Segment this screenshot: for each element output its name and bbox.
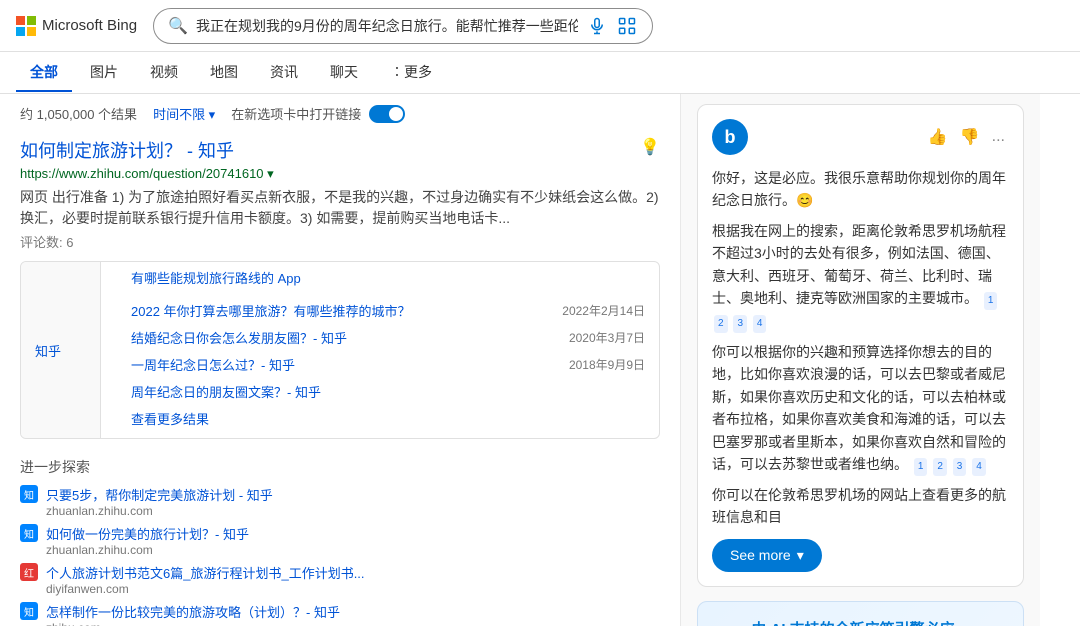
ai-paragraph3: 你可以在伦敦希思罗机场的网站上查看更多的航班信息和目	[712, 484, 1009, 529]
tab-maps[interactable]: 地图	[196, 54, 252, 92]
suggest-link-2[interactable]: 结婚纪念日你会怎么发朋友圈？- 知乎	[117, 324, 361, 351]
search-icon: 🔍	[168, 16, 188, 36]
see-more-results[interactable]: 查看更多结果	[117, 405, 659, 432]
thumbs-up-button[interactable]: 👍	[924, 123, 952, 151]
search-input[interactable]	[196, 18, 578, 34]
result-title-1[interactable]: 如何制定旅游计划？ - 知乎	[20, 137, 660, 163]
see-more-button[interactable]: See more ▾	[712, 539, 822, 572]
deep-icon-4: 知	[20, 602, 38, 620]
results-count: 约 1,050,000 个结果	[20, 104, 137, 123]
tab-all[interactable]: 全部	[16, 54, 72, 92]
suggest-link-1[interactable]: 2022 年你打算去哪里旅游？有哪些推荐的城市？	[117, 297, 425, 324]
chevron-down-icon: ▾	[797, 547, 804, 564]
right-panel: b 👍 👎 ... 你好，这是必应。我很乐意帮助你规划你的周年纪念日旅行。😊 根…	[680, 94, 1040, 626]
deep-icon-3: 红	[20, 563, 38, 581]
ai-ref-2-3[interactable]: 3	[953, 458, 967, 476]
promo-card: 由 AI 支持的全新应答引擎必应。 ✉ 加入等待列表 了解详细信息 查看其他示例…	[697, 601, 1024, 626]
main-content: 约 1,050,000 个结果 时间不限 ▾ 在新选项卡中打开链接 💡 如何制定…	[0, 94, 1080, 626]
promo-title: 由 AI 支持的全新应答引擎必应。	[714, 618, 1007, 626]
search-actions	[586, 15, 638, 37]
tab-images[interactable]: 图片	[76, 54, 132, 92]
deep-icon-2: 知	[20, 524, 38, 542]
deep-domain-3: diyifanwen.com	[46, 582, 660, 596]
ai-ref-2-4[interactable]: 4	[972, 458, 986, 476]
tab-videos[interactable]: 视频	[136, 54, 192, 92]
ai-card: b 👍 👎 ... 你好，这是必应。我很乐意帮助你规划你的周年纪念日旅行。😊 根…	[697, 104, 1024, 587]
deep-search-item-2: 知 如何做一份完美的旅行计划？- 知乎 zhuanlan.zhihu.com	[20, 524, 660, 557]
deep-text-1: 只要5步，帮你制定完美旅游计划 - 知乎 zhuanlan.zhihu.com	[46, 485, 660, 518]
deep-icon-1: 知	[20, 485, 38, 503]
deep-search-item-3: 红 个人旅游计划书范文6篇_旅游行程计划书_工作计划书... diyifanwe…	[20, 563, 660, 596]
result-url-1: https://www.zhihu.com/question/20741610 …	[20, 166, 660, 182]
deep-search-section: 进一步探索 知 只要5步，帮你制定完美旅游计划 - 知乎 zhuanlan.zh…	[20, 457, 660, 626]
lightbulb-icon[interactable]: 💡	[640, 137, 660, 157]
suggest-date-1: 2022年2月14日	[562, 302, 659, 319]
results-bar: 约 1,050,000 个结果 时间不限 ▾ 在新选项卡中打开链接	[20, 104, 660, 123]
open-new-tab-toggle: 在新选项卡中打开链接	[231, 104, 405, 123]
deep-search-title: 进一步探索	[20, 457, 660, 477]
ai-ref-1-3[interactable]: 3	[733, 315, 747, 333]
ai-action-buttons: 👍 👎 ...	[924, 123, 1009, 151]
nav-tabs: 全部 图片 视频 地图 资讯 聊天 ∶更多	[0, 52, 1080, 94]
deep-search-item-4: 知 怎样制作一份比较完美的旅游攻略（计划）？- 知乎 zhihu.com	[20, 602, 660, 626]
result-meta-1: 评论数: 6	[20, 232, 660, 251]
result-desc-1: 网页 出行准备 1) 为了旅途拍照好看买点新衣服，不是我的兴趣，不过身边确实有不…	[20, 187, 660, 229]
open-new-tab-label: 在新选项卡中打开链接	[231, 104, 361, 123]
voice-search-button[interactable]	[586, 15, 608, 37]
logo-text: Microsoft Bing	[42, 17, 137, 34]
ai-greeting: 你好，这是必应。我很乐意帮助你规划你的周年纪念日旅行。😊	[712, 167, 1009, 212]
toggle-switch[interactable]	[369, 105, 405, 123]
suggest-box: 知乎 有哪些能规划旅行路线的 App 2022 年你打算去哪里旅游？有哪些推荐的…	[20, 261, 660, 439]
ai-ref-2-1[interactable]: 1	[914, 458, 928, 476]
thumbs-down-button[interactable]: 👎	[956, 123, 984, 151]
tab-chat[interactable]: 聊天	[316, 54, 372, 92]
ai-ref-1-1[interactable]: 1	[984, 292, 998, 310]
suggest-date-2: 2020年3月7日	[569, 329, 659, 346]
suggest-link-4[interactable]: 周年纪念日的朋友圈文案？- 知乎	[117, 378, 659, 405]
suggest-links: 2022 年你打算去哪里旅游？有哪些推荐的城市？ 2022年2月14日 结婚纪念…	[117, 291, 659, 438]
deep-text-4: 怎样制作一份比较完美的旅游攻略（计划）？- 知乎 zhihu.com	[46, 602, 660, 626]
left-panel: 约 1,050,000 个结果 时间不限 ▾ 在新选项卡中打开链接 💡 如何制定…	[0, 94, 680, 626]
deep-search-item-1: 知 只要5步，帮你制定完美旅游计划 - 知乎 zhuanlan.zhihu.co…	[20, 485, 660, 518]
ms-logo-icon	[16, 16, 36, 36]
suggest-date-3: 2018年9月9日	[569, 356, 659, 373]
time-filter[interactable]: 时间不限 ▾	[153, 104, 215, 123]
deep-text-2: 如何做一份完美的旅行计划？- 知乎 zhuanlan.zhihu.com	[46, 524, 660, 557]
more-options-button[interactable]: ...	[988, 123, 1009, 151]
deep-link-3[interactable]: 个人旅游计划书范文6篇_旅游行程计划书_工作计划书...	[46, 566, 365, 581]
deep-domain-4: zhihu.com	[46, 621, 660, 626]
logo[interactable]: Microsoft Bing	[16, 16, 137, 36]
suggest-right-label[interactable]: 有哪些能规划旅行路线的 App	[117, 262, 659, 291]
deep-domain-2: zhuanlan.zhihu.com	[46, 543, 660, 557]
tab-news[interactable]: 资讯	[256, 54, 312, 92]
deep-link-2[interactable]: 如何做一份完美的旅行计划？- 知乎	[46, 527, 249, 542]
visual-search-button[interactable]	[616, 15, 638, 37]
suggest-link-3[interactable]: 一周年纪念日怎么过？- 知乎	[117, 351, 309, 378]
ai-ref-1-2[interactable]: 2	[714, 315, 728, 333]
deep-link-1[interactable]: 只要5步，帮你制定完美旅游计划 - 知乎	[46, 488, 273, 503]
ai-paragraph1: 根据我在网上的搜索，距离伦敦希思罗机场航程不超过3小时的去处有很多，例如法国、德…	[712, 220, 1009, 333]
ai-ref-2-2[interactable]: 2	[933, 458, 947, 476]
result-card-1: 💡 如何制定旅游计划？ - 知乎 https://www.zhihu.com/q…	[20, 137, 660, 439]
ai-paragraph2: 你可以根据你的兴趣和预算选择你想去的目的地，比如你喜欢浪漫的话，可以去巴黎或者威…	[712, 341, 1009, 476]
search-bar[interactable]: 🔍	[153, 8, 653, 44]
deep-domain-1: zhuanlan.zhihu.com	[46, 504, 660, 518]
header: Microsoft Bing 🔍	[0, 0, 1080, 52]
tab-more[interactable]: ∶更多	[376, 54, 446, 92]
ai-header: b 👍 👎 ...	[712, 119, 1009, 155]
deep-text-3: 个人旅游计划书范文6篇_旅游行程计划书_工作计划书... diyifanwen.…	[46, 563, 660, 596]
suggest-brand: 知乎	[21, 262, 101, 438]
bing-ai-logo: b	[712, 119, 748, 155]
ai-ref-1-4[interactable]: 4	[753, 315, 767, 333]
deep-link-4[interactable]: 怎样制作一份比较完美的旅游攻略（计划）？- 知乎	[46, 605, 340, 620]
